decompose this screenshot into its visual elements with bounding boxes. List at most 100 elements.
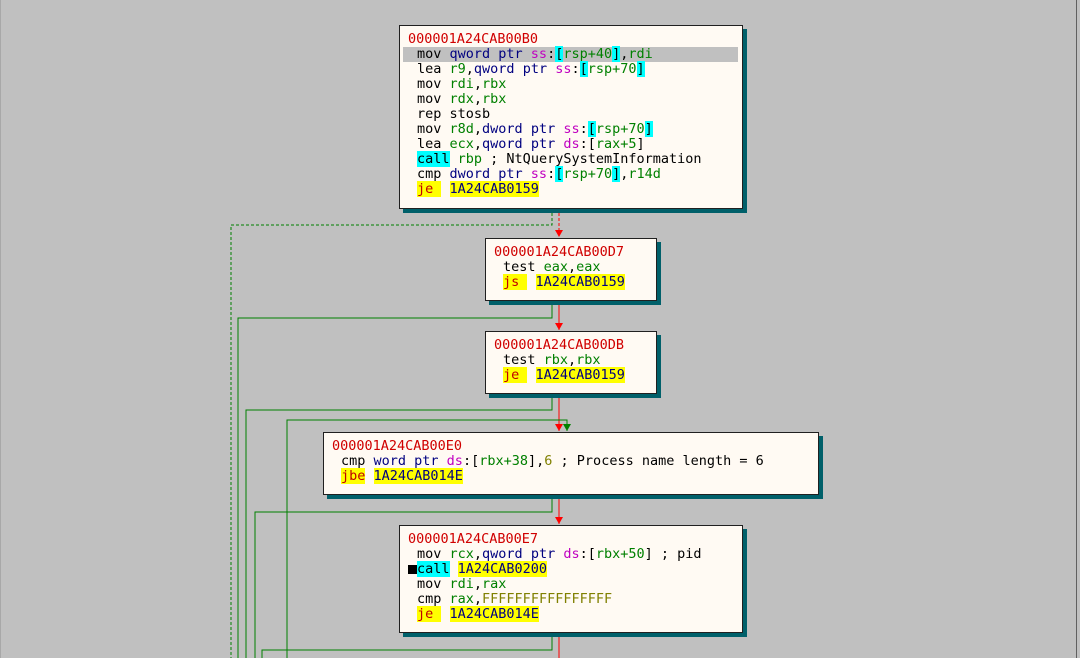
token-br: [ (587, 121, 596, 137)
token-br: ] (644, 121, 653, 137)
token-txt: [ (587, 546, 596, 562)
token-mn: cmp (417, 591, 450, 607)
instruction-line[interactable]: mov rcx,qword ptr ds:[rbx+50] ; pid (400, 547, 742, 562)
token-kw: word ptr (373, 453, 447, 469)
instruction-line[interactable]: jbe 1A24CAB014E (324, 468, 818, 484)
block-address[interactable]: 000001A24CAB00D7 (486, 245, 656, 260)
code-block-b1[interactable]: 000001A24CAB00D7 test eax,eax js 1A24CAB01… (485, 238, 657, 301)
block-address[interactable]: 000001A24CAB00E7 (400, 532, 742, 547)
token-txt: : (579, 546, 588, 562)
edge-arrow-head (555, 323, 563, 330)
token-seg: ds (446, 453, 463, 469)
token-target[interactable]: 1A24CAB014E (373, 468, 463, 484)
edge-taken (261, 632, 553, 658)
edge-arrow-head (563, 424, 571, 431)
code-block-b4[interactable]: 000001A24CAB00E7 mov rcx,qword ptr ds:[rb… (399, 525, 743, 633)
token-mn: cmp (341, 453, 374, 469)
block-address[interactable]: 000001A24CAB00DB (486, 338, 656, 353)
instruction-line[interactable]: mov r8d,dword ptr ss:[rsp+70] (400, 121, 742, 137)
token-reg: rax+5 (595, 136, 637, 152)
token-kw: dword ptr (449, 166, 531, 182)
token-reg: rdx (449, 91, 474, 107)
token-kw: dword ptr (482, 121, 564, 137)
code-block-b2[interactable]: 000001A24CAB00DB test rbx,rbx je 1A24CAB01… (485, 331, 657, 394)
token-reg: rbx (543, 352, 569, 368)
token-target[interactable]: 1A24CAB0159 (535, 274, 625, 290)
instruction-line[interactable]: cmp rax,FFFFFFFFFFFFFFFF (400, 592, 742, 607)
instruction-line[interactable]: call 1A24CAB0200 (400, 561, 742, 577)
instruction-line[interactable]: cmp dword ptr ss:[rsp+70],r14d (400, 166, 742, 182)
token-txt: , (473, 91, 483, 107)
instruction-line[interactable]: mov rdi,rax (400, 577, 742, 592)
token-reg: rbx (482, 76, 507, 92)
token-br: [ (579, 61, 588, 77)
instruction-line[interactable]: test rbx,rbx (486, 353, 656, 368)
token-txt: ] (528, 453, 537, 469)
code-block-b0[interactable]: 000001A24CAB00B0 mov qword ptr ss:[rsp+40… (399, 25, 743, 209)
token-reg: rdi (449, 76, 474, 92)
token-txt: ] (644, 546, 653, 562)
token-reg: rdi (628, 46, 653, 62)
token-br: call (417, 561, 450, 577)
edge-arrow-head (555, 424, 563, 431)
instruction-line[interactable]: call rbp ; NtQuerySystemInformation (400, 151, 742, 167)
token-mn: lea (417, 136, 450, 152)
edge-arrow-head (555, 517, 563, 524)
token-seg: ss (563, 121, 580, 137)
token-reg: rbp (457, 151, 483, 167)
token-mn: cmp (417, 166, 450, 182)
instruction-line[interactable]: je 1A24CAB014E (400, 606, 742, 622)
instruction-line[interactable]: je 1A24CAB0159 (400, 181, 742, 197)
instruction-line[interactable]: js 1A24CAB0159 (486, 274, 656, 290)
token-seg: ss (555, 61, 572, 77)
instruction-line[interactable]: test eax,eax (486, 260, 656, 275)
instruction-line[interactable]: mov rdx,rbx (400, 92, 742, 107)
token-seg: ds (563, 546, 580, 562)
token-mn: test (503, 352, 544, 368)
code-block-b3[interactable]: 000001A24CAB00E0 cmp word ptr ds:[rbx+38]… (323, 432, 819, 495)
token-cmt: ; Process name length = 6 (552, 453, 764, 469)
disassembly-graph-view[interactable]: 000001A24CAB00B0 mov qword ptr ss:[rsp+40… (0, 0, 1080, 658)
token-txt: [ (471, 453, 480, 469)
token-txt: , (473, 76, 483, 92)
token-reg: rsp+40 (563, 46, 613, 62)
token-seg: ds (563, 136, 580, 152)
instruction-line[interactable]: cmp word ptr ds:[rbx+38],6 ; Process nam… (324, 454, 818, 469)
instruction-line[interactable]: lea ecx,qword ptr ds:[rax+5] (400, 137, 742, 152)
token-kw: qword ptr (482, 546, 564, 562)
token-reg: rax (482, 576, 507, 592)
token-target[interactable]: 1A24CAB0159 (449, 181, 539, 197)
token-target[interactable]: 1A24CAB014E (449, 606, 539, 622)
token-jmp: je (417, 181, 442, 197)
block-address[interactable]: 000001A24CAB00B0 (400, 32, 742, 47)
token-mn: mov (417, 46, 450, 62)
token-mn: mov (417, 91, 450, 107)
token-target[interactable]: 1A24CAB0200 (457, 561, 548, 577)
instruction-line[interactable]: je 1A24CAB0159 (486, 367, 656, 383)
instruction-line[interactable]: mov rdi,rbx (400, 77, 742, 92)
block-address[interactable]: 000001A24CAB00E0 (324, 439, 818, 454)
token-seg: ss (530, 166, 548, 182)
edge-arrow-head (555, 230, 563, 237)
instruction-line[interactable]: rep stosb (400, 107, 742, 122)
token-txt: , (568, 352, 577, 368)
token-kw: qword ptr (449, 46, 531, 62)
token-jmp: js (503, 274, 528, 290)
token-reg: rdi (449, 576, 474, 592)
token-reg: eax (576, 259, 601, 275)
token-br: call (417, 151, 450, 167)
breakpoint-icon[interactable] (408, 565, 417, 574)
token-target[interactable]: 1A24CAB0159 (535, 367, 625, 383)
token-reg: r14d (628, 166, 661, 182)
instruction-line[interactable]: mov qword ptr ss:[rsp+40],rdi (403, 46, 738, 62)
token-reg: rsp+70 (563, 166, 613, 182)
token-jmp: je (503, 367, 528, 383)
token-txt: , (473, 576, 483, 592)
token-txt: : (579, 136, 588, 152)
token-reg: rbx (482, 91, 507, 107)
instruction-line[interactable]: lea r9,qword ptr ss:[rsp+70] (400, 61, 742, 77)
